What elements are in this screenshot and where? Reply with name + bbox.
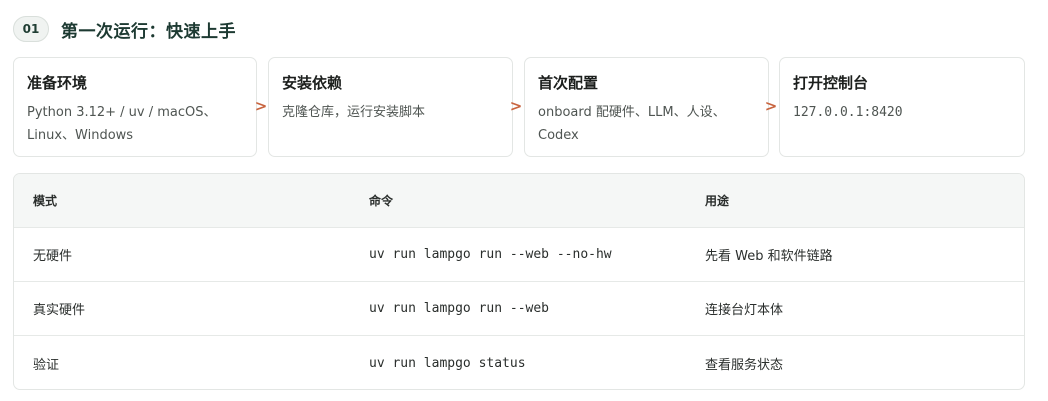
table-header-row: 模式 命令 用途	[14, 174, 1024, 228]
step-card-environment: 准备环境 Python 3.12+ / uv / macOS、 Linux、Wi…	[13, 57, 257, 157]
run-modes-table: 模式 命令 用途 无硬件 uv run lampgo run --web --n…	[13, 173, 1025, 390]
step-title: 首次配置	[538, 74, 599, 92]
step-number-badge: 01	[13, 16, 49, 42]
console-address: 127.0.0.1:8420	[793, 105, 903, 120]
column-header-command: 命令	[369, 194, 394, 208]
step-desc-line: 克隆仓库，运行安装脚本	[282, 105, 426, 120]
purpose-cell: 先看 Web 和软件链路	[705, 249, 833, 264]
purpose-cell: 连接台灯本体	[705, 303, 784, 318]
table-row: 验证 uv run lampgo status 查看服务状态	[14, 336, 1024, 389]
page-title: 第一次运行：快速上手	[61, 21, 236, 42]
mode-cell: 验证	[33, 357, 60, 373]
column-header-purpose: 用途	[705, 194, 730, 208]
step-title: 打开控制台	[793, 74, 869, 92]
step-card-dependencies: 安装依赖 克隆仓库，运行安装脚本	[268, 57, 513, 157]
step-desc-line: Python 3.12+ / uv / macOS、	[27, 105, 217, 120]
mode-cell: 真实硬件	[33, 303, 86, 318]
step-desc-line: onboard 配硬件、LLM、人设、	[538, 105, 726, 120]
chevron-right-icon: >	[764, 97, 778, 115]
command-cell: uv run lampgo run --web	[369, 301, 550, 316]
step-card-first-config: 首次配置 onboard 配硬件、LLM、人设、 Codex	[524, 57, 769, 157]
table-row: 无硬件 uv run lampgo run --web --no-hw 先看 W…	[14, 228, 1024, 282]
steps-flow: 准备环境 Python 3.12+ / uv / macOS、 Linux、Wi…	[13, 57, 1025, 159]
chevron-right-icon: >	[509, 97, 523, 115]
column-header-mode: 模式	[33, 194, 58, 208]
command-cell: uv run lampgo status	[369, 355, 526, 371]
step-card-console: 打开控制台 127.0.0.1:8420	[779, 57, 1025, 157]
table-row: 真实硬件 uv run lampgo run --web 连接台灯本体	[14, 282, 1024, 336]
step-desc-line: Linux、Windows	[27, 128, 134, 143]
step-title: 安装依赖	[282, 74, 343, 92]
step-title: 准备环境	[27, 74, 88, 92]
step-desc-line: Codex	[538, 128, 579, 143]
chevron-right-icon: >	[254, 97, 268, 115]
purpose-cell: 查看服务状态	[705, 357, 784, 373]
section-header: 01 第一次运行：快速上手	[13, 14, 236, 44]
mode-cell: 无硬件	[33, 249, 73, 264]
command-cell: uv run lampgo run --web --no-hw	[369, 247, 612, 262]
